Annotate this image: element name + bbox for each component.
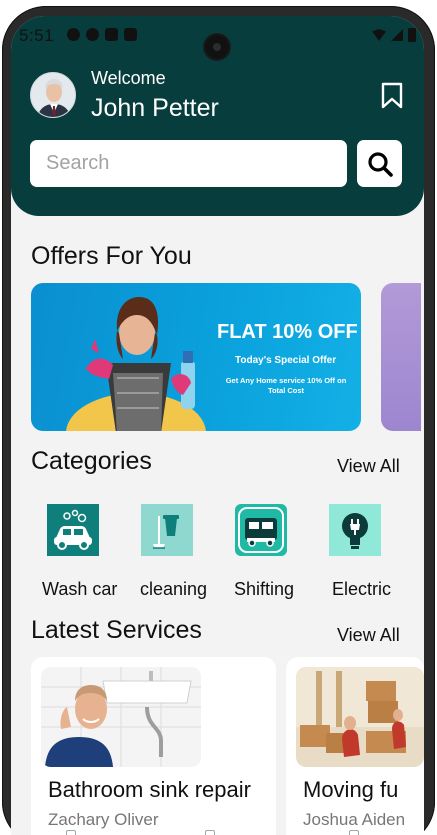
search-input[interactable] — [30, 140, 347, 187]
bulb-plug-icon — [329, 504, 381, 556]
system-icons — [372, 28, 416, 42]
offer-subheadline: Today's Special Offer — [235, 355, 337, 366]
phone-frame: 5:51 Welcome John Petter Search Offers F… — [0, 0, 437, 835]
service-title: Bathroom sink repair — [48, 777, 251, 802]
category-label: Electric — [332, 579, 392, 599]
wifi-icon — [372, 29, 386, 41]
services-title: Latest Services — [31, 616, 202, 644]
sim-status-icon — [124, 28, 137, 41]
categories-view-all-link[interactable]: View All — [337, 456, 400, 477]
category-cleaning[interactable] — [141, 504, 193, 556]
car-wash-icon — [47, 504, 99, 556]
category-label: Shifting — [234, 579, 295, 599]
offer-description: Get Any Home service 10% Off on Total Co… — [225, 376, 347, 395]
offer-banner-next[interactable] — [381, 283, 421, 431]
category-wash-car[interactable] — [47, 504, 99, 556]
front-camera — [205, 35, 229, 59]
status-time: 5:51 — [19, 26, 55, 45]
service-card[interactable]: Moving fu Joshua Aiden — [286, 657, 424, 835]
bookmark-icon — [381, 82, 403, 109]
avatar[interactable] — [30, 72, 76, 118]
battery-icon — [408, 28, 416, 42]
movers-photo-icon — [296, 667, 424, 767]
bookmark-button[interactable] — [380, 82, 404, 110]
categories-title: Categories — [31, 447, 152, 475]
user-name: John Petter — [91, 94, 219, 122]
nav-home-icon[interactable] — [66, 830, 76, 835]
category-electric[interactable] — [329, 504, 381, 556]
welcome-label: Welcome — [91, 68, 166, 88]
app-status-icon — [86, 28, 99, 41]
app-screen: 5:51 Welcome John Petter Search Offers F… — [11, 16, 424, 835]
offer-banner[interactable]: FLAT 10% OFF Today's Special Offer Get A… — [31, 283, 361, 431]
nav-bookings-icon[interactable] — [205, 830, 215, 835]
service-image — [296, 667, 424, 767]
service-image — [41, 667, 201, 767]
service-card[interactable]: Bathroom sink repair Zachary Oliver — [31, 657, 276, 835]
nav-profile-icon[interactable] — [349, 830, 359, 835]
search-button[interactable] — [357, 140, 402, 187]
category-label: cleaning — [140, 579, 208, 599]
moving-truck-icon — [235, 504, 287, 556]
services-view-all-link[interactable]: View All — [337, 625, 400, 646]
offer-headline: FLAT 10% OFF — [217, 321, 358, 343]
category-shifting[interactable] — [235, 504, 287, 556]
avatar-portrait-icon — [31, 73, 75, 117]
mail-status-icon — [105, 28, 118, 41]
plumber-photo-icon — [41, 667, 201, 767]
app-header: 5:51 Welcome John Petter Search — [11, 16, 424, 216]
offers-title: Offers For You — [31, 242, 192, 270]
category-label: Wash car — [42, 579, 118, 599]
bottom-nav — [11, 826, 424, 835]
search-icon — [367, 151, 393, 177]
signal-icon — [391, 29, 403, 41]
cleaner-woman-illustration — [66, 297, 206, 431]
cleaning-bucket-icon — [141, 504, 193, 556]
settings-status-icon — [67, 28, 80, 41]
service-title: Moving fu — [303, 777, 399, 802]
notification-icons — [67, 28, 137, 41]
